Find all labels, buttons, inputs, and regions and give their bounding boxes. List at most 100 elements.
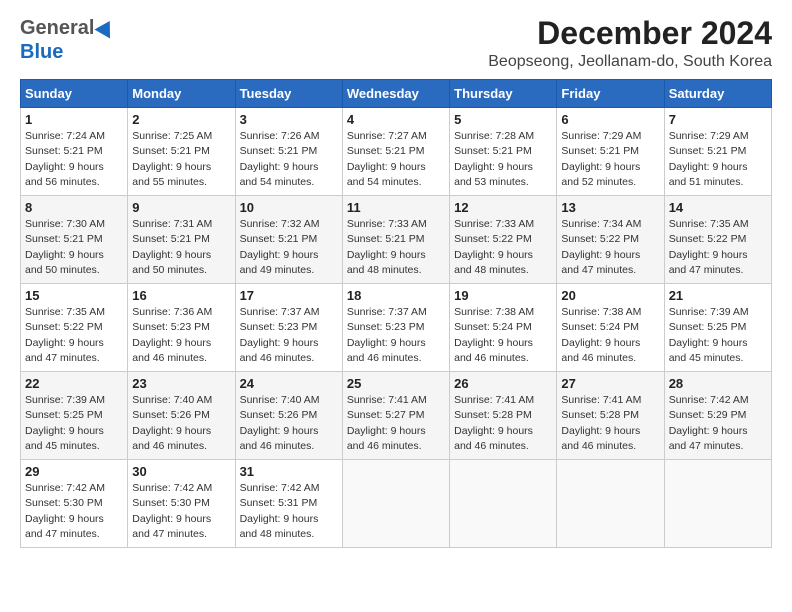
- day-number: 1: [25, 112, 123, 127]
- column-header-wednesday: Wednesday: [342, 80, 449, 108]
- day-number: 28: [669, 376, 767, 391]
- day-number: 5: [454, 112, 552, 127]
- calendar-cell: 13Sunrise: 7:34 AMSunset: 5:22 PMDayligh…: [557, 196, 664, 284]
- calendar-cell: [342, 460, 449, 548]
- column-header-tuesday: Tuesday: [235, 80, 342, 108]
- calendar-cell: 28 Sunrise: 7:42 AMSunset: 5:29 PMDayligh…: [664, 372, 771, 460]
- day-number: 14: [669, 200, 767, 215]
- calendar-cell: 20Sunrise: 7:38 AMSunset: 5:24 PMDayligh…: [557, 284, 664, 372]
- day-number: 27: [561, 376, 659, 391]
- logo-blue-text: Blue: [20, 40, 63, 64]
- logo: General Blue: [20, 16, 115, 64]
- calendar-cell: [450, 460, 557, 548]
- month-title: December 2024: [488, 16, 772, 51]
- day-number: 24: [240, 376, 338, 391]
- calendar-week-4: 22 Sunrise: 7:39 AMSunset: 5:25 PMDayligh…: [21, 372, 772, 460]
- day-number: 25: [347, 376, 445, 391]
- cell-info: Sunrise: 7:38 AMSunset: 5:24 PMDaylight:…: [561, 306, 641, 364]
- calendar-cell: [664, 460, 771, 548]
- column-header-friday: Friday: [557, 80, 664, 108]
- logo-general-text: General: [20, 16, 94, 40]
- cell-info: Sunrise: 7:38 AMSunset: 5:24 PMDaylight:…: [454, 306, 534, 364]
- day-number: 9: [132, 200, 230, 215]
- calendar-cell: 26 Sunrise: 7:41 AMSunset: 5:28 PMDayligh…: [450, 372, 557, 460]
- calendar-cell: 1Sunrise: 7:24 AMSunset: 5:21 PMDaylight…: [21, 108, 128, 196]
- calendar-cell: 7 Sunrise: 7:29 AMSunset: 5:21 PMDaylight…: [664, 108, 771, 196]
- cell-info: Sunrise: 7:33 AMSunset: 5:21 PMDaylight:…: [347, 218, 427, 276]
- day-number: 23: [132, 376, 230, 391]
- cell-info: Sunrise: 7:39 AMSunset: 5:25 PMDaylight:…: [669, 306, 749, 364]
- cell-info: Sunrise: 7:31 AMSunset: 5:21 PMDaylight:…: [132, 218, 212, 276]
- cell-info: Sunrise: 7:29 AMSunset: 5:21 PMDaylight:…: [561, 130, 641, 188]
- calendar-cell: 21 Sunrise: 7:39 AMSunset: 5:25 PMDayligh…: [664, 284, 771, 372]
- calendar-cell: 11 Sunrise: 7:33 AMSunset: 5:21 PMDayligh…: [342, 196, 449, 284]
- title-block: December 2024 Beopseong, Jeollanam-do, S…: [488, 16, 772, 71]
- cell-info: Sunrise: 7:40 AMSunset: 5:26 PMDaylight:…: [240, 394, 320, 452]
- cell-info: Sunrise: 7:30 AMSunset: 5:21 PMDaylight:…: [25, 218, 105, 276]
- day-number: 21: [669, 288, 767, 303]
- calendar-cell: [557, 460, 664, 548]
- day-number: 17: [240, 288, 338, 303]
- day-number: 26: [454, 376, 552, 391]
- cell-info: Sunrise: 7:42 AMSunset: 5:29 PMDaylight:…: [669, 394, 749, 452]
- column-header-sunday: Sunday: [21, 80, 128, 108]
- cell-info: Sunrise: 7:42 AMSunset: 5:31 PMDaylight:…: [240, 482, 320, 540]
- calendar-table: SundayMondayTuesdayWednesdayThursdayFrid…: [20, 79, 772, 548]
- calendar-cell: 4 Sunrise: 7:27 AMSunset: 5:21 PMDaylight…: [342, 108, 449, 196]
- cell-info: Sunrise: 7:41 AMSunset: 5:28 PMDaylight:…: [561, 394, 641, 452]
- calendar-cell: 8Sunrise: 7:30 AMSunset: 5:21 PMDaylight…: [21, 196, 128, 284]
- column-header-monday: Monday: [128, 80, 235, 108]
- calendar-cell: 27 Sunrise: 7:41 AMSunset: 5:28 PMDayligh…: [557, 372, 664, 460]
- cell-info: Sunrise: 7:40 AMSunset: 5:26 PMDaylight:…: [132, 394, 212, 452]
- column-header-saturday: Saturday: [664, 80, 771, 108]
- calendar-week-3: 15Sunrise: 7:35 AMSunset: 5:22 PMDayligh…: [21, 284, 772, 372]
- cell-info: Sunrise: 7:35 AMSunset: 5:22 PMDaylight:…: [25, 306, 105, 364]
- calendar-cell: 19 Sunrise: 7:38 AMSunset: 5:24 PMDayligh…: [450, 284, 557, 372]
- calendar-cell: 30 Sunrise: 7:42 AMSunset: 5:30 PMDayligh…: [128, 460, 235, 548]
- calendar-week-5: 29 Sunrise: 7:42 AMSunset: 5:30 PMDayligh…: [21, 460, 772, 548]
- day-number: 6: [561, 112, 659, 127]
- cell-info: Sunrise: 7:37 AMSunset: 5:23 PMDaylight:…: [240, 306, 320, 364]
- day-number: 31: [240, 464, 338, 479]
- cell-info: Sunrise: 7:41 AMSunset: 5:28 PMDaylight:…: [454, 394, 534, 452]
- calendar-cell: 22 Sunrise: 7:39 AMSunset: 5:25 PMDayligh…: [21, 372, 128, 460]
- cell-info: Sunrise: 7:25 AMSunset: 5:21 PMDaylight:…: [132, 130, 212, 188]
- logo-icon: [95, 16, 118, 38]
- cell-info: Sunrise: 7:42 AMSunset: 5:30 PMDaylight:…: [132, 482, 212, 540]
- calendar-cell: 24 Sunrise: 7:40 AMSunset: 5:26 PMDayligh…: [235, 372, 342, 460]
- day-number: 2: [132, 112, 230, 127]
- cell-info: Sunrise: 7:28 AMSunset: 5:21 PMDaylight:…: [454, 130, 534, 188]
- day-number: 12: [454, 200, 552, 215]
- cell-info: Sunrise: 7:39 AMSunset: 5:25 PMDaylight:…: [25, 394, 105, 452]
- cell-info: Sunrise: 7:26 AMSunset: 5:21 PMDaylight:…: [240, 130, 320, 188]
- cell-info: Sunrise: 7:35 AMSunset: 5:22 PMDaylight:…: [669, 218, 749, 276]
- calendar-cell: 14 Sunrise: 7:35 AMSunset: 5:22 PMDayligh…: [664, 196, 771, 284]
- calendar-cell: 31 Sunrise: 7:42 AMSunset: 5:31 PMDayligh…: [235, 460, 342, 548]
- day-number: 29: [25, 464, 123, 479]
- calendar-cell: 17 Sunrise: 7:37 AMSunset: 5:23 PMDayligh…: [235, 284, 342, 372]
- day-number: 7: [669, 112, 767, 127]
- calendar-cell: 15Sunrise: 7:35 AMSunset: 5:22 PMDayligh…: [21, 284, 128, 372]
- day-number: 18: [347, 288, 445, 303]
- day-number: 10: [240, 200, 338, 215]
- calendar-cell: 2 Sunrise: 7:25 AMSunset: 5:21 PMDaylight…: [128, 108, 235, 196]
- day-number: 13: [561, 200, 659, 215]
- cell-info: Sunrise: 7:29 AMSunset: 5:21 PMDaylight:…: [669, 130, 749, 188]
- calendar-cell: 25 Sunrise: 7:41 AMSunset: 5:27 PMDayligh…: [342, 372, 449, 460]
- day-number: 22: [25, 376, 123, 391]
- calendar-cell: 9 Sunrise: 7:31 AMSunset: 5:21 PMDaylight…: [128, 196, 235, 284]
- cell-info: Sunrise: 7:37 AMSunset: 5:23 PMDaylight:…: [347, 306, 427, 364]
- day-number: 30: [132, 464, 230, 479]
- day-number: 16: [132, 288, 230, 303]
- day-number: 11: [347, 200, 445, 215]
- calendar-cell: 23 Sunrise: 7:40 AMSunset: 5:26 PMDayligh…: [128, 372, 235, 460]
- calendar-cell: 3Sunrise: 7:26 AMSunset: 5:21 PMDaylight…: [235, 108, 342, 196]
- day-number: 4: [347, 112, 445, 127]
- calendar-cell: 12Sunrise: 7:33 AMSunset: 5:22 PMDayligh…: [450, 196, 557, 284]
- day-number: 19: [454, 288, 552, 303]
- calendar-cell: 18 Sunrise: 7:37 AMSunset: 5:23 PMDayligh…: [342, 284, 449, 372]
- cell-info: Sunrise: 7:27 AMSunset: 5:21 PMDaylight:…: [347, 130, 427, 188]
- cell-info: Sunrise: 7:41 AMSunset: 5:27 PMDaylight:…: [347, 394, 427, 452]
- calendar-week-1: 1Sunrise: 7:24 AMSunset: 5:21 PMDaylight…: [21, 108, 772, 196]
- calendar-cell: 29Sunrise: 7:42 AMSunset: 5:30 PMDayligh…: [21, 460, 128, 548]
